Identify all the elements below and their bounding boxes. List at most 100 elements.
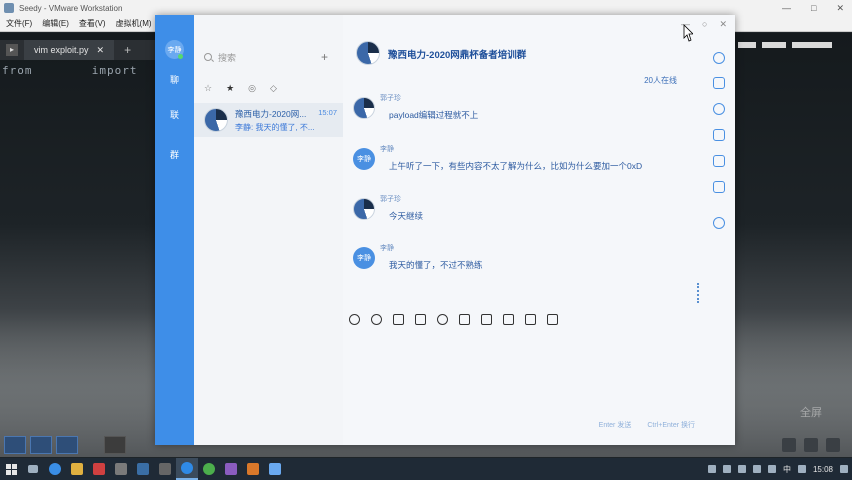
nav-contacts[interactable]: 联 — [165, 105, 184, 124]
input-toolbar — [349, 312, 589, 326]
member-count[interactable]: 20人在线 — [644, 75, 677, 86]
menu-view[interactable]: 查看(V) — [79, 18, 106, 29]
app-icon[interactable] — [713, 181, 725, 193]
explorer-icon[interactable] — [66, 458, 88, 480]
vm-thumbnail[interactable] — [4, 436, 26, 454]
file-icon[interactable] — [481, 313, 492, 325]
menu-vm[interactable]: 虚拟机(M) — [116, 18, 152, 29]
vmware-title: Seedy - VMware Workstation — [19, 3, 123, 13]
group-avatar — [204, 108, 228, 132]
gif-icon[interactable] — [371, 313, 382, 325]
sender-avatar[interactable]: 李静 — [353, 247, 375, 269]
screenshot-icon[interactable] — [503, 313, 514, 325]
tab-other[interactable]: ◇ — [270, 83, 277, 94]
network-icon[interactable] — [752, 465, 761, 473]
chat-taskbar-icon[interactable] — [176, 458, 198, 480]
maximize-button[interactable]: ○ — [702, 19, 707, 30]
guest-toolbar-item[interactable] — [762, 42, 786, 48]
nav-groups[interactable]: 群 — [165, 145, 184, 164]
task-view-icon[interactable] — [22, 458, 44, 480]
notification-icon[interactable] — [840, 465, 848, 473]
chat-bubble-icon[interactable] — [713, 52, 725, 64]
emoji-icon[interactable] — [349, 313, 360, 325]
lightning-icon[interactable] — [525, 313, 536, 325]
terminal-tab[interactable]: vim exploit.py ✕ — [24, 40, 115, 60]
app-icon[interactable] — [242, 458, 264, 480]
app-icon[interactable] — [132, 458, 154, 480]
fullscreen-watermark: 全屏 — [800, 407, 822, 419]
group-avatar[interactable] — [356, 41, 380, 65]
sender-avatar[interactable]: 李静 — [353, 148, 375, 170]
guest-toolbar-item[interactable] — [738, 42, 756, 48]
left-nav: 李静 聊 联 群 — [155, 15, 194, 445]
share-icon[interactable] — [713, 155, 725, 167]
like-icon[interactable] — [393, 313, 404, 325]
vmware-close-button[interactable]: ✕ — [836, 3, 844, 14]
tray-icon[interactable] — [707, 465, 716, 473]
input-language[interactable]: 中 — [783, 464, 791, 475]
sender-avatar[interactable] — [353, 198, 375, 220]
conversation-filter-tabs: ☆ ★ ◎ ◇ — [204, 83, 277, 94]
search-bar[interactable]: 搜索 + — [204, 49, 334, 65]
scrollbar[interactable] — [697, 283, 702, 303]
app-icon[interactable] — [154, 458, 176, 480]
user-avatar[interactable]: 李静 — [165, 40, 184, 59]
cloud-icon[interactable] — [737, 465, 746, 473]
app-icon[interactable] — [198, 458, 220, 480]
app-icon[interactable] — [88, 458, 110, 480]
member-icon[interactable] — [713, 77, 725, 89]
close-button[interactable]: ✕ — [719, 19, 727, 30]
add-button[interactable]: + — [321, 50, 328, 64]
start-button[interactable] — [0, 458, 22, 480]
tab-recent[interactable]: ☆ — [204, 83, 212, 94]
volume-icon[interactable] — [767, 465, 776, 473]
search-icon — [204, 53, 212, 61]
edge-icon[interactable] — [44, 458, 66, 480]
mouse-cursor-icon — [683, 24, 693, 42]
tab-groups[interactable]: ◎ — [248, 83, 256, 94]
app-icon[interactable] — [264, 458, 286, 480]
tab-starred[interactable]: ★ — [226, 83, 234, 94]
history-icon[interactable] — [713, 103, 725, 115]
input-icon[interactable] — [797, 465, 806, 473]
chat-title: 豫西电力-2020网鼎杯备者培训群 — [388, 50, 527, 61]
code-keyword-import: import — [91, 64, 138, 77]
vm-thumbnail[interactable] — [56, 436, 78, 454]
nav-messages[interactable]: 聊 — [165, 70, 184, 89]
settings-icon[interactable] — [713, 217, 725, 229]
vm-status-icon[interactable] — [826, 438, 840, 452]
image-icon[interactable] — [459, 313, 470, 325]
folder-icon[interactable] — [713, 129, 725, 141]
code-keyword-from: from — [2, 64, 33, 77]
conversation-item[interactable]: 豫西电力-2020网... 15:07 李静: 我天的懂了, 不... — [194, 103, 343, 137]
at-icon[interactable] — [437, 313, 448, 325]
vm-status-icon[interactable] — [804, 438, 818, 452]
groups-icon: 群 — [169, 150, 179, 160]
more-icon[interactable] — [547, 313, 558, 325]
vmware-minimize-button[interactable]: — — [782, 3, 791, 13]
scissors-icon[interactable] — [415, 313, 426, 325]
clock[interactable]: 15:08 — [813, 465, 833, 474]
menu-edit[interactable]: 编辑(E) — [42, 18, 69, 29]
tray-icon[interactable] — [722, 465, 731, 473]
terminal-tab-label: vim exploit.py — [34, 45, 89, 55]
search-input[interactable]: 搜索 — [218, 51, 236, 64]
guest-toolbar-item[interactable] — [792, 42, 832, 48]
conversation-name: 豫西电力-2020网... — [235, 109, 307, 119]
guest-toolbar — [738, 40, 848, 50]
message-text: 我天的懂了，不过不熟练 — [389, 260, 483, 270]
new-tab-button[interactable]: + — [124, 43, 131, 57]
close-icon[interactable]: ✕ — [97, 45, 105, 56]
vmware-maximize-button[interactable]: □ — [811, 3, 816, 13]
menu-file[interactable]: 文件(F) — [6, 18, 32, 29]
user-avatar-label: 李静 — [167, 46, 182, 54]
terminal-code: from import — [2, 64, 138, 77]
sender-avatar[interactable] — [353, 97, 375, 119]
app-icon[interactable] — [220, 458, 242, 480]
vm-thumbnail[interactable] — [30, 436, 52, 454]
vm-thumbnail[interactable] — [104, 436, 126, 454]
vm-status-icon[interactable] — [782, 438, 796, 452]
vmware-titlebar: Seedy - VMware Workstation — □ ✕ — [0, 0, 852, 16]
chat-bubble-icon: 聊 — [169, 75, 179, 85]
app-icon[interactable] — [110, 458, 132, 480]
